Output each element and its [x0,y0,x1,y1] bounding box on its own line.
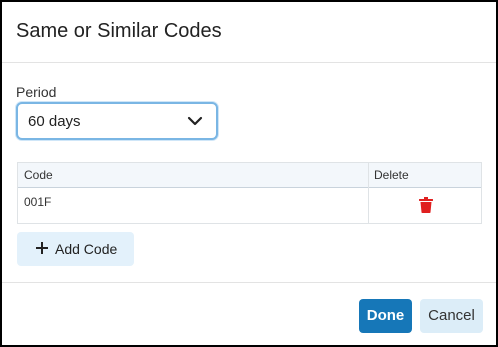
footer-divider [2,282,496,283]
cancel-button[interactable]: Cancel [420,299,483,333]
codes-table: Code Delete 001F [17,162,482,224]
period-select[interactable]: 60 days [16,102,218,140]
add-code-button[interactable]: Add Code [17,232,134,266]
dialog-title: Same or Similar Codes [16,20,222,42]
code-cell: 001F [24,195,52,209]
column-header-code: Code [24,168,53,182]
plus-icon [36,242,48,254]
table-header: Code Delete [18,163,481,188]
chevron-down-icon [187,116,203,126]
add-code-label: Add Code [55,241,118,257]
dialog-header: Same or Similar Codes [2,2,496,63]
done-button[interactable]: Done [359,299,412,333]
period-label: Period [16,84,57,100]
column-header-delete: Delete [374,168,409,182]
dialog: Same or Similar Codes Period 60 days Cod… [0,0,498,347]
table-row: 001F [18,188,481,223]
period-select-value: 60 days [28,113,81,130]
trash-icon[interactable] [419,197,433,213]
